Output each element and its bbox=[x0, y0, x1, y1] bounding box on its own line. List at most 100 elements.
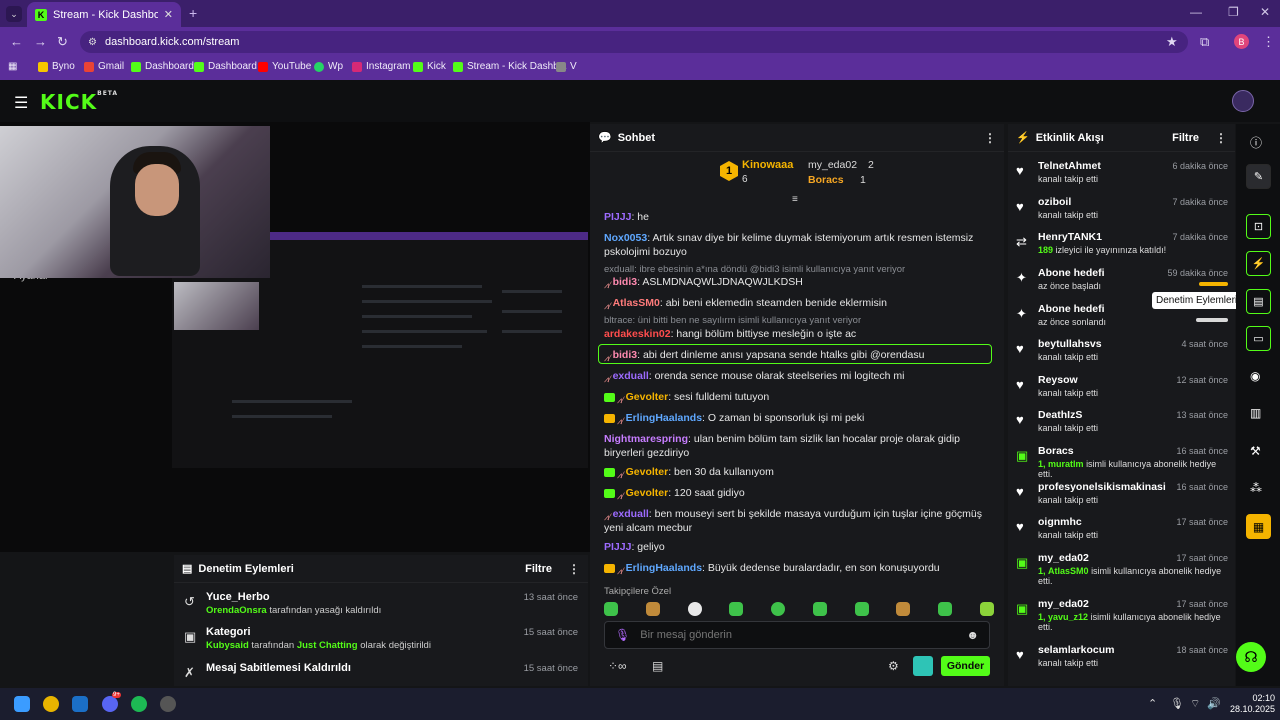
discord-icon[interactable] bbox=[102, 696, 118, 712]
chat-username[interactable]: bidi3 bbox=[613, 349, 638, 361]
bookmark-stream-kick[interactable]: Stream - Kick Dashb... bbox=[453, 61, 567, 72]
emote-icon[interactable] bbox=[729, 602, 744, 616]
tray-chevron-icon[interactable]: ⌃ bbox=[1148, 697, 1157, 710]
activity-username[interactable]: Reysow bbox=[1038, 374, 1078, 386]
microphone-tray-icon[interactable]: 🎙 bbox=[1170, 697, 1184, 710]
activity-item[interactable]: ♥ beytullahsvs kanalı takip etti 4 saat önc… bbox=[1016, 338, 1228, 370]
chat-message[interactable]: PIJJJ: he bbox=[604, 210, 994, 224]
activity-username[interactable]: HenryTANK1 bbox=[1038, 231, 1102, 243]
bookmark-v[interactable]: V bbox=[556, 61, 577, 72]
expand-chevron-icon[interactable]: ≡ bbox=[792, 194, 798, 205]
activity-item[interactable]: ♥ oziboil kanalı takip etti 7 dakika önce bbox=[1016, 196, 1228, 228]
browser-tab-active[interactable]: K Stream - Kick Dashboard ✕ bbox=[27, 2, 181, 27]
chat-menu-icon[interactable]: ⋮ bbox=[984, 131, 996, 145]
mod-action-item[interactable]: ▣ Kategori Kubysaid tarafından Just Chat… bbox=[184, 626, 578, 660]
reload-icon[interactable]: ↻ bbox=[57, 34, 68, 50]
chat-message[interactable]: ⩘⁄ bidi3: abi dert dinleme anısı yapsana… bbox=[604, 348, 994, 363]
chat-message[interactable]: Nightmarespring: ulan benim bölüm tam si… bbox=[604, 432, 994, 460]
bookmark-wp[interactable]: Wp bbox=[314, 61, 343, 72]
support-headset-icon[interactable]: ☊ bbox=[1236, 642, 1266, 672]
activity-item[interactable]: ♥ Reysow kanalı takip etti 12 saat önce bbox=[1016, 374, 1228, 406]
bookmark-instagram[interactable]: Instagram bbox=[352, 61, 410, 72]
close-tab-icon[interactable]: ✕ bbox=[164, 8, 173, 21]
activity-item[interactable]: ♥ selamlarkocum kanalı takip etti 18 saat ö… bbox=[1016, 644, 1228, 676]
chat-username[interactable]: ErlingHaalands bbox=[626, 562, 702, 574]
chat-message[interactable]: ⩘⁄ Gevolter: sesi fulldemi tutuyon bbox=[604, 390, 994, 405]
spotify-icon[interactable] bbox=[131, 696, 147, 712]
microphone-icon[interactable]: 🎙 bbox=[615, 628, 630, 642]
volume-icon[interactable]: 🔊 bbox=[1207, 697, 1221, 710]
user-avatar[interactable] bbox=[1232, 90, 1254, 112]
chat-username[interactable]: ardakeskin02 bbox=[604, 328, 671, 340]
forward-icon[interactable]: → bbox=[34, 34, 47, 49]
bookmark-dashboard-1[interactable]: Dashboard bbox=[131, 61, 194, 72]
mod-actions-icon[interactable]: ▤ bbox=[1246, 289, 1271, 314]
extensions-icon[interactable]: ⧉ bbox=[1200, 34, 1209, 50]
activity-item[interactable]: ♥ oignmhc kanalı takip etti 17 saat önce bbox=[1016, 516, 1228, 548]
chat-toggle-icon[interactable]: ▭ bbox=[1246, 326, 1271, 351]
new-tab-button[interactable]: + bbox=[189, 5, 197, 21]
activity-username[interactable]: selamlarkocum bbox=[1038, 644, 1114, 656]
mod-action-item[interactable]: ↺ Yuce_Herbo OrendaOnsra tarafından yasa… bbox=[184, 591, 578, 625]
activity-username[interactable]: Boracs bbox=[1038, 445, 1074, 457]
chat-username[interactable]: PIJJJ bbox=[604, 541, 631, 553]
minimize-icon[interactable]: — bbox=[1190, 5, 1202, 19]
activity-username[interactable]: my_eda02 bbox=[1038, 598, 1089, 610]
url-bar[interactable]: ⚙ dashboard.kick.com/stream bbox=[80, 31, 1188, 53]
activity-filter-button[interactable]: Filtre bbox=[1172, 132, 1199, 144]
community-icon[interactable]: ⁘∞ bbox=[608, 659, 627, 673]
emote-icon[interactable] bbox=[812, 602, 827, 616]
chat-message[interactable]: ⩘⁄ ErlingHaalands: O zaman bi sponsorluk… bbox=[604, 411, 994, 426]
activity-menu-icon[interactable]: ⋮ bbox=[1215, 131, 1227, 145]
activity-item[interactable]: ♥ TelnetAhmet kanalı takip etti 6 dakika ön… bbox=[1016, 160, 1228, 192]
network-icon[interactable]: ⌔ bbox=[1190, 697, 1200, 711]
activity-username[interactable]: TelnetAhmet bbox=[1038, 160, 1101, 172]
chat-message[interactable]: ⩘⁄ exduall: orenda sence mouse olarak st… bbox=[604, 369, 994, 384]
broadcast-icon[interactable]: ◉ bbox=[1250, 369, 1260, 383]
activity-username[interactable]: Abone hedefi bbox=[1038, 303, 1105, 315]
windows-start-icon[interactable] bbox=[14, 696, 30, 712]
chat-username[interactable]: bidi3 bbox=[613, 276, 638, 288]
kick-bot-icon[interactable] bbox=[913, 656, 933, 676]
emote-icon[interactable] bbox=[896, 602, 911, 616]
window-close-icon[interactable]: ✕ bbox=[1260, 5, 1270, 19]
profile-avatar[interactable]: B bbox=[1234, 34, 1249, 49]
activity-username[interactable]: Abone hedefi bbox=[1038, 267, 1105, 279]
apps-icon[interactable]: ▦ bbox=[8, 61, 17, 72]
chat-message[interactable]: ⩘⁄ bidi3: ASLMDNAQWLJDNAQWJLKDSH bbox=[604, 275, 994, 290]
chat-message[interactable]: ardakeskin02: hangi bölüm bittiyse mesle… bbox=[604, 327, 994, 341]
activity-username[interactable]: profesyonelsikismakinasi bbox=[1038, 481, 1166, 493]
chat-username[interactable]: Nightmarespring bbox=[604, 433, 688, 445]
bookmark-star-icon[interactable]: ★ bbox=[1166, 34, 1178, 50]
chat-username[interactable]: AtlasSM0 bbox=[613, 297, 660, 309]
activity-lightning-icon[interactable]: ⚡ bbox=[1246, 251, 1271, 276]
chat-username[interactable]: PIJJJ bbox=[604, 211, 631, 223]
clock[interactable]: 02:10 28.10.2025 bbox=[1230, 693, 1275, 715]
kick-logo[interactable]: KICKBETA bbox=[40, 90, 118, 114]
mod-menu-icon[interactable]: ⋮ bbox=[568, 562, 580, 576]
steam-icon[interactable] bbox=[72, 696, 88, 712]
chat-username[interactable]: Gevolter bbox=[626, 391, 669, 403]
chat-message[interactable]: ⩘⁄ ErlingHaalands: Büyük dedense buralar… bbox=[604, 561, 994, 576]
chat-username[interactable]: exduall bbox=[613, 508, 649, 520]
send-button[interactable]: Gönder bbox=[941, 656, 990, 676]
chat-message[interactable]: ⩘⁄ AtlasSM0: abi beni eklemedin steamden… bbox=[604, 296, 994, 311]
chat-username[interactable]: ErlingHaalands bbox=[626, 412, 702, 424]
tools-icon[interactable]: ⚒ bbox=[1250, 444, 1261, 458]
community-rail-icon[interactable]: ⁂ bbox=[1250, 481, 1262, 495]
chat-message[interactable]: ⩘⁄ Gevolter: ben 30 da kullanıyom bbox=[604, 465, 994, 480]
edit-icon[interactable]: ✎ bbox=[1246, 164, 1271, 189]
emoji-picker-icon[interactable]: ☻ bbox=[966, 628, 979, 642]
emote-icon[interactable] bbox=[645, 602, 660, 616]
menu-icon[interactable]: ☰ bbox=[14, 93, 28, 113]
site-info-icon[interactable]: ⚙ bbox=[88, 37, 97, 48]
chat-message-input[interactable] bbox=[640, 629, 957, 641]
emote-icon[interactable] bbox=[979, 602, 994, 616]
back-icon[interactable]: ← bbox=[10, 34, 23, 49]
activity-username[interactable]: beytullahsvs bbox=[1038, 338, 1102, 350]
activity-username[interactable]: oziboil bbox=[1038, 196, 1071, 208]
chat-input-box[interactable]: 🎙 ☻ bbox=[604, 621, 990, 649]
chat-username[interactable]: Gevolter bbox=[626, 466, 669, 478]
chat-username[interactable]: Nox0053 bbox=[604, 232, 647, 244]
store-icon[interactable]: ▤ bbox=[652, 659, 663, 673]
